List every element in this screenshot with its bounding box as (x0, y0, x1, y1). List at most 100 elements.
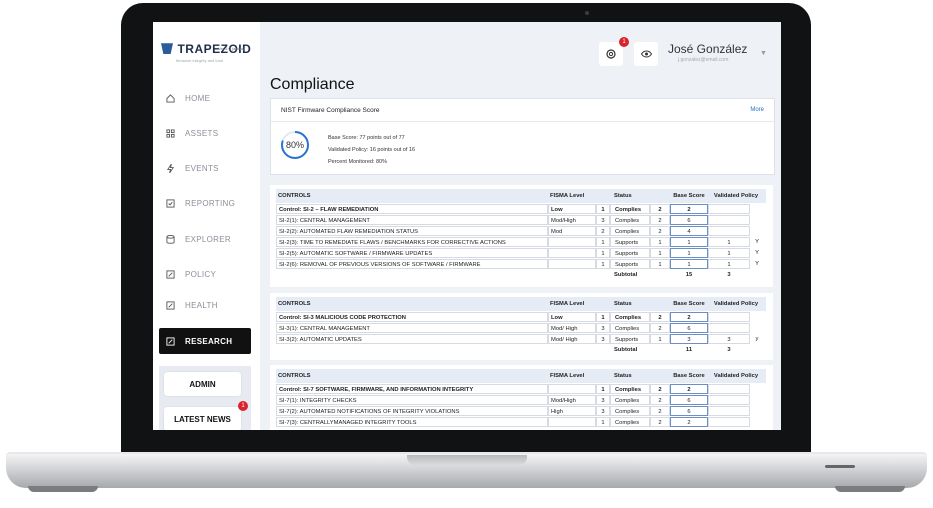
table-cell-y: Y (755, 250, 759, 256)
table-cell-fisma (548, 384, 596, 394)
latest-news-button[interactable]: LATEST NEWS (164, 407, 241, 430)
column-header: Status (614, 193, 632, 199)
table-cell-val: 3 (708, 334, 750, 344)
table-cell-val (708, 406, 750, 416)
percent-monitored: Percent Monitored: 80% (328, 159, 388, 165)
sidebar-item-label: HEALTH (185, 300, 218, 310)
news-badge: 1 (238, 401, 248, 411)
table-cell-n2: 1 (650, 248, 670, 258)
support-icon (606, 49, 616, 59)
column-header: FISMA Level (550, 301, 585, 307)
sidebar-item-policy[interactable]: POLICY (159, 264, 251, 284)
table-row: SI-2(1): CENTRAL MANAGEMENT Mod/High 3 Comp… (276, 215, 766, 225)
table-row: SI-7(3): CENTRALLYMANAGED INTEGRITY TOOL… (276, 417, 766, 427)
view-button[interactable] (634, 42, 658, 66)
table-row: SI-3(1): CENTRAL MANAGEMENT Mod/ High 3 Com… (276, 323, 766, 333)
controls-table: CONTROLS FISMA Level Status Base Score Valid… (270, 185, 773, 287)
table-cell-val (708, 384, 750, 394)
table-cell-val: 1 (708, 237, 750, 247)
brand-version: Ver 3.0 (alpha) (218, 46, 245, 51)
table-cell-n2: 2 (650, 215, 670, 225)
sidebar-item-label: RESEARCH (185, 336, 233, 346)
table-cell-n1: 1 (596, 312, 610, 322)
column-header: FISMA Level (550, 193, 585, 199)
sidebar-item-assets[interactable]: ASSETS (159, 123, 251, 143)
notification-badge: 1 (619, 37, 629, 47)
table-cell-status: Complies (610, 384, 650, 394)
sidebar-item-label: POLICY (185, 269, 217, 279)
latest-news-label: LATEST NEWS (174, 414, 231, 424)
notifications-button[interactable] (599, 42, 623, 66)
table-cell-fisma (548, 417, 596, 427)
table-cell-n1: 1 (596, 384, 610, 394)
table-cell-y (752, 395, 762, 405)
validated-policy: Validated Policy: 16 points out of 16 (328, 147, 416, 153)
table-cell-fisma: Low (548, 204, 596, 214)
table-cell-n2: 2 (650, 417, 670, 427)
column-header: Validated Policy (713, 301, 759, 307)
more-link[interactable]: More (750, 107, 764, 113)
column-header: Base Score (673, 373, 705, 379)
main-content: 1 José González j.gonzalez@email.com ▼ C… (260, 22, 781, 430)
admin-button[interactable]: ADMIN (164, 372, 241, 396)
sidebar-item-health[interactable]: HEALTH (159, 295, 251, 315)
table-cell-status: Complies (610, 312, 650, 322)
table-cell-y: Y (755, 239, 759, 245)
sidebar-item-label: ASSETS (185, 128, 219, 138)
table-cell-val (708, 395, 750, 405)
table-cell-y (752, 406, 762, 416)
sidebar-item-label: EXPLORER (185, 234, 231, 244)
edit-icon (165, 336, 175, 346)
chevron-down-icon[interactable]: ▼ (760, 50, 767, 57)
subtotal-label: Subtotal (614, 347, 638, 353)
table-row: SI-2(6): REMOVAL OF PREVIOUS VERSIONS OF… (276, 259, 766, 269)
column-header: Status (614, 301, 632, 307)
table-row: SI-7(2): AUTOMATED NOTIFICATIONS OF INTE… (276, 406, 766, 416)
edit-icon (165, 269, 175, 279)
table-cell-status: Complies (610, 406, 650, 416)
table-cell-fisma: Mod (548, 226, 596, 236)
table-cell-fisma: High (548, 406, 596, 416)
table-row: SI-2(5): AUTOMATIC SOFTWARE / FIRMWARE U… (276, 248, 766, 258)
sidebar-item-events[interactable]: EVENTS (159, 158, 251, 178)
table-cell-y (752, 226, 762, 236)
eye-icon (640, 50, 652, 58)
table-cell-name: Control: SI-2 – FLAW REMEDIATION (276, 204, 548, 214)
table-cell-fisma: Mod/High (548, 215, 596, 225)
table-cell-val (708, 312, 750, 322)
score-card: NIST Firmware Compliance Score More 80% … (270, 98, 775, 175)
table-cell-n2: 2 (650, 226, 670, 236)
table-header: CONTROLS FISMA Level Status Base Score Valid… (276, 369, 766, 383)
score-percent: 80% (285, 140, 304, 150)
table-cell-status: Supports (610, 334, 650, 344)
table-cell-fisma: Mod/ High (548, 323, 596, 333)
column-header: Base Score (673, 301, 705, 307)
table-cell-val (708, 417, 750, 427)
sidebar-item-explorer[interactable]: EXPLORER (159, 229, 251, 249)
table-cell-status: Complies (610, 417, 650, 427)
table-cell-fisma (548, 259, 596, 269)
table-cell-status: Complies (610, 204, 650, 214)
user-name[interactable]: José González (668, 42, 747, 56)
table-row: SI-7(1): INTEGRITY CHECKS Mod/High 3 Compli… (276, 395, 766, 405)
table-cell-n1: 1 (596, 204, 610, 214)
laptop-foot (28, 486, 98, 492)
column-header: CONTROLS (278, 193, 311, 199)
sidebar-item-reporting[interactable]: REPORTING (159, 193, 251, 213)
sidebar: TRAPEZOID firmware integrity and trust V… (153, 22, 260, 430)
laptop-led (825, 465, 855, 468)
trapezoid-logo-icon (161, 43, 173, 55)
sidebar-item-research[interactable]: RESEARCH (159, 328, 251, 354)
table-cell-n2: 1 (650, 334, 670, 344)
table-row: Control: SI-2 – FLAW REMEDIATION Low 1 Comp… (276, 204, 766, 214)
table-cell-base: 3 (670, 334, 708, 344)
table-cell-base: 2 (670, 417, 708, 427)
sidebar-item-home[interactable]: HOME (159, 88, 251, 108)
table-cell-y: Y (755, 261, 759, 267)
base-score: Base Score: 77 points out of 77 (328, 135, 405, 141)
database-icon (165, 234, 175, 244)
screen: TRAPEZOID firmware integrity and trust V… (153, 22, 781, 430)
brand-logo: TRAPEZOID firmware integrity and trust (161, 40, 251, 63)
table-cell-n2: 2 (650, 312, 670, 322)
table-cell-n2: 1 (650, 237, 670, 247)
